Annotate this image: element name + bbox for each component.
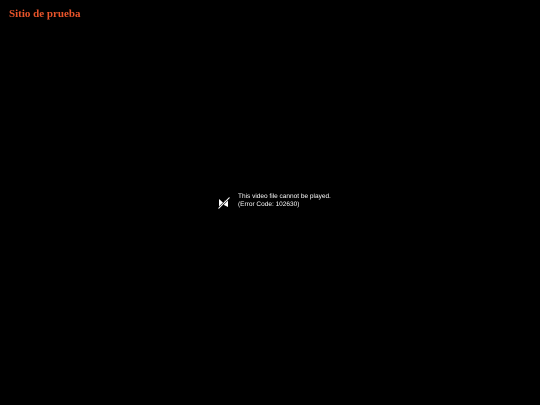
error-text: This video file cannot be played. (Error… (238, 193, 331, 209)
broken-video-icon (217, 196, 231, 210)
video-player[interactable]: This video file cannot be played. (Error… (0, 0, 540, 405)
page: This video file cannot be played. (Error… (0, 0, 540, 405)
error-message-line: This video file cannot be played. (238, 193, 331, 200)
video-error-message: This video file cannot be played. (Error… (217, 193, 331, 210)
error-code-line: (Error Code: 102630) (238, 201, 300, 208)
site-title: Sitio de prueba (9, 8, 81, 20)
